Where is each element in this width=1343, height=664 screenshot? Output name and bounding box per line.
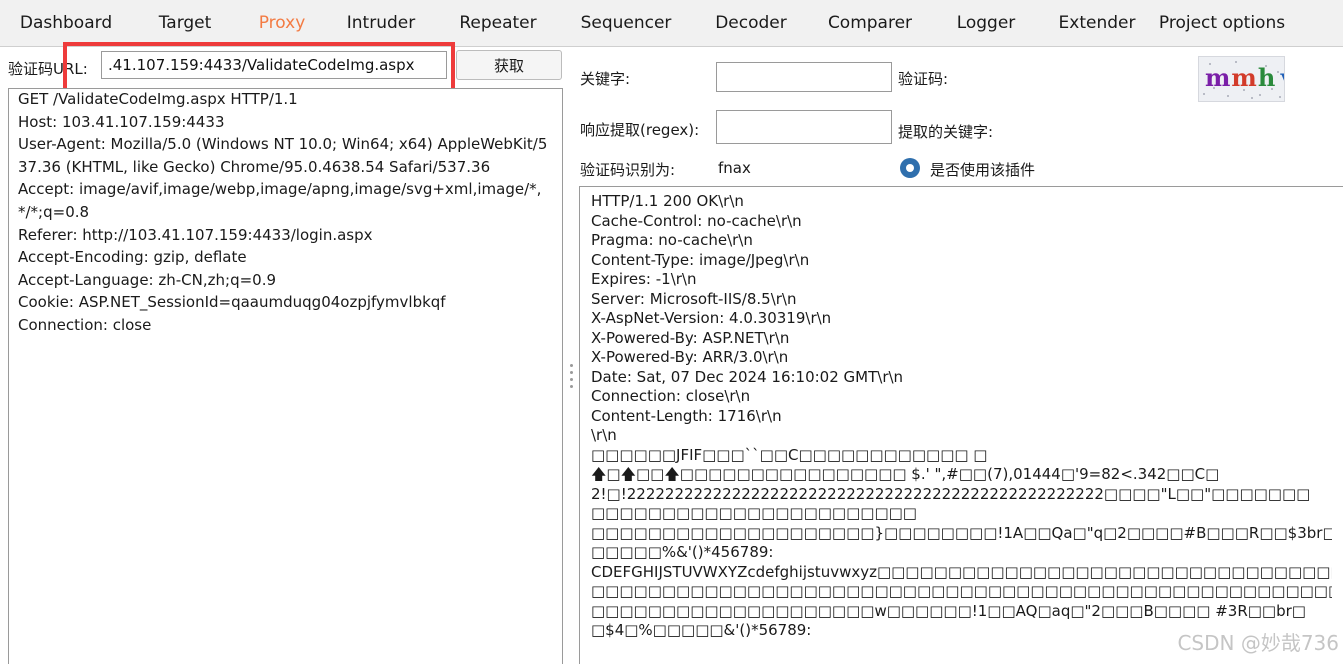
fetch-button[interactable]: 获取 [456,50,562,80]
response-line: □□□□□□□□□□□□□□□□□□□□□□□ [591,504,917,522]
regex-label: 响应提取(regex): [580,121,700,139]
keyword-label: 关键字: [580,70,631,88]
request-line: Host: 103.41.107.159:4433 [18,112,225,131]
use-plugin-label[interactable]: 是否使用该插件 [930,159,1035,180]
tab-logger[interactable]: Logger [930,0,1042,33]
grip-dot [569,385,573,388]
response-line: Expires: -1\r\n [591,270,697,288]
response-line: □□□□□%&'()*456789: [591,543,774,561]
response-line: \r\n [591,426,617,444]
tab-repeater[interactable]: Repeater [436,0,560,33]
captcha-char: m [1205,63,1232,92]
captcha-char: h [1257,63,1277,92]
main-tab-bar: Dashboard Target Proxy Intruder Repeater… [0,0,1343,47]
tab-comparer[interactable]: Comparer [810,0,930,33]
panel-splitter-handle[interactable] [566,364,576,388]
response-line: Cache-Control: no-cache\r\n [591,211,802,230]
response-line: HTTP/1.1 200 OK\r\n [591,192,744,210]
keyword-input[interactable] [716,62,892,92]
response-line: Server: Microsoft-IIS/8.5\r\n [591,289,797,308]
use-plugin-radio[interactable] [900,158,920,178]
captcha-image-text: mmhv [1205,63,1284,92]
captcha-config-panel: 关键字: 验证码: mmhv 响应提取(regex): 提取的关键字: 验证码识… [576,46,1343,664]
tab-extender[interactable]: Extender [1042,0,1152,33]
grip-dot [569,371,573,374]
request-line: GET /ValidateCodeImg.aspx HTTP/1.1 [18,90,298,108]
request-line: Accept: image/avif,image/webp,image/apng… [18,180,542,221]
response-line: □□□□□□□□□□□□□□□□□□□□□□□□□□□□□□□□□□□□□□□□… [591,582,1332,600]
captcha-char: m [1231,63,1258,92]
response-line: CDEFGHIJSTUVWXYZcdefghijstuvwxyz□□□□□□□□… [591,562,1332,581]
watermark: CSDN @妙哉736 [1177,631,1339,655]
request-line: User-Agent: Mozilla/5.0 (Windows NT 10.0… [18,135,548,176]
recognized-label: 验证码识别为: [580,161,676,179]
captcha-url-input[interactable] [101,51,447,79]
captcha-label: 验证码: [898,70,949,88]
response-line: Content-Length: 1716\r\n [591,406,782,425]
response-line: □□□□□□□□□□□□□□□□□□□□}□□□□□□□□!1A□□Qa□"q□… [591,523,1332,542]
captcha-image: mmhv [1198,56,1285,102]
response-viewer[interactable]: HTTP/1.1 200 OK\r\n Cache-Control: no-ca… [579,186,1343,664]
tab-target[interactable]: Target [132,0,238,33]
tab-proxy[interactable]: Proxy [238,0,326,33]
extracted-keyword-label: 提取的关键字: [898,123,994,141]
request-line: Connection: close [18,315,152,334]
response-line: □□□□□□JFIF□□□``□□C□□□□□□□□□□□□ □ [591,445,988,464]
response-line: Date: Sat, 07 Dec 2024 16:10:02 GMT\r\n [591,367,904,386]
tab-intruder[interactable]: Intruder [326,0,436,33]
regex-input[interactable] [716,110,892,144]
request-editor[interactable]: GET /ValidateCodeImg.aspx HTTP/1.1 Host:… [8,88,563,664]
request-line: Accept-Encoding: gzip, deflate [18,248,247,267]
captcha-char: v [1280,64,1284,92]
request-line: Accept-Language: zh-CN,zh;q=0.9 [18,270,277,289]
tab-sequencer[interactable]: Sequencer [560,0,692,33]
captcha-request-panel: 验证码URL: 获取 GET /ValidateCodeImg.aspx HTT… [0,42,568,664]
response-line: Content-Type: image/Jpeg\r\n [591,250,810,269]
response-line: Connection: close\r\n [591,387,751,405]
response-line: Pragma: no-cache\r\n [591,231,753,249]
captcha-url-label: 验证码URL: [8,60,88,78]
tab-dashboard[interactable]: Dashboard [0,0,132,33]
response-line: 2!□!222222222222222222222222222222222222… [591,484,1311,503]
tab-decoder[interactable]: Decoder [692,0,810,33]
response-line: X-AspNet-Version: 4.0.30319\r\n [591,309,832,327]
request-line: Cookie: ASP.NET_SessionId=qaaumduqg04ozp… [18,293,446,312]
response-line: 🡅□🡅□□🡅□□□□□□□□□□□□□□□□ $.' ",#□□(7),0144… [591,465,1220,483]
grip-dot [569,378,573,381]
response-line: □□□□□□□□□□□□□□□□□□□□w□□□□□□!1□□AQ□aq□"2□… [591,601,1306,620]
tab-project-options[interactable]: Project options [1152,0,1292,33]
response-line: X-Powered-By: ASP.NET\r\n [591,328,790,347]
grip-dot [569,364,573,367]
response-line: X-Powered-By: ARR/3.0\r\n [591,348,789,366]
recognized-value: fnax [718,159,751,177]
request-line: Referer: http://103.41.107.159:4433/logi… [18,225,373,244]
